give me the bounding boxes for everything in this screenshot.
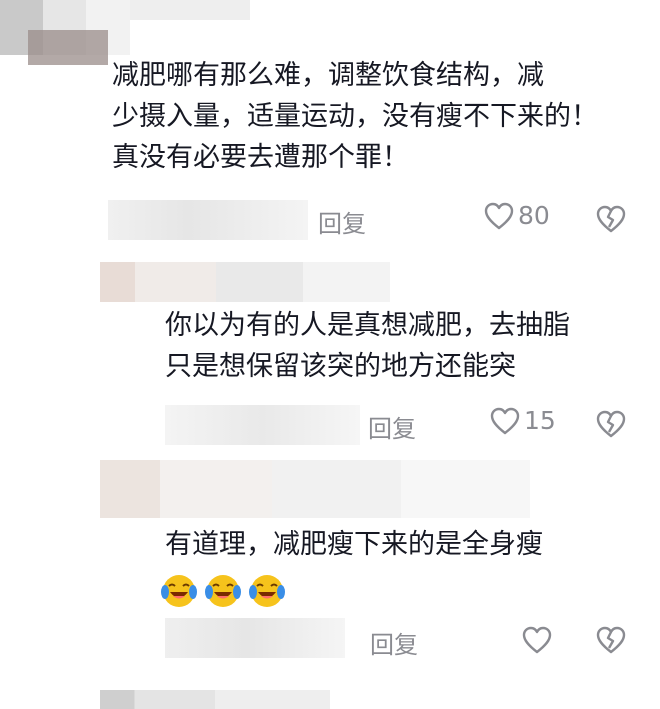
broken-heart-icon[interactable] [596, 626, 626, 654]
laughing-crying-emoji-icon [204, 572, 242, 610]
blurred-username-4 [165, 618, 345, 658]
broken-heart-icon[interactable] [596, 410, 626, 438]
blurred-username-1 [130, 0, 250, 20]
heart-icon [490, 407, 520, 435]
comment-text-1: 减肥哪有那么难，调整饮食结构，减 少摄入量，适量运动，没有瘦不下来的！ 真没有必… [112, 60, 598, 173]
like-button-2[interactable]: 15 [490, 406, 556, 435]
blurred-avatar-1b [28, 30, 108, 65]
blurred-avatar-3 [100, 460, 530, 518]
reply-button-2[interactable]: 回复 [368, 409, 416, 444]
laughing-crying-emoji-icon [248, 572, 286, 610]
broken-heart-icon[interactable] [596, 205, 626, 233]
reply-button-1[interactable]: 回复 [318, 204, 366, 239]
laughing-crying-emoji-icon [160, 572, 198, 610]
reply-button-3[interactable]: 回复 [370, 625, 418, 660]
heart-icon[interactable] [522, 626, 552, 654]
like-count-2: 15 [524, 406, 556, 435]
like-button-1[interactable]: 80 [484, 201, 550, 230]
emoji-row [160, 572, 292, 610]
blurred-username-2 [108, 200, 308, 240]
blurred-username-3 [165, 405, 360, 445]
heart-icon [484, 202, 514, 230]
comment-text-2: 你以为有的人是真想减肥，去抽脂 只是想保留该突的地方还能突 [165, 310, 570, 382]
blurred-avatar-2 [100, 262, 390, 302]
like-count-1: 80 [518, 201, 550, 230]
comment-text-3: 有道理，减肥瘦下来的是全身瘦 [165, 529, 543, 560]
blurred-avatar-4 [100, 690, 330, 709]
